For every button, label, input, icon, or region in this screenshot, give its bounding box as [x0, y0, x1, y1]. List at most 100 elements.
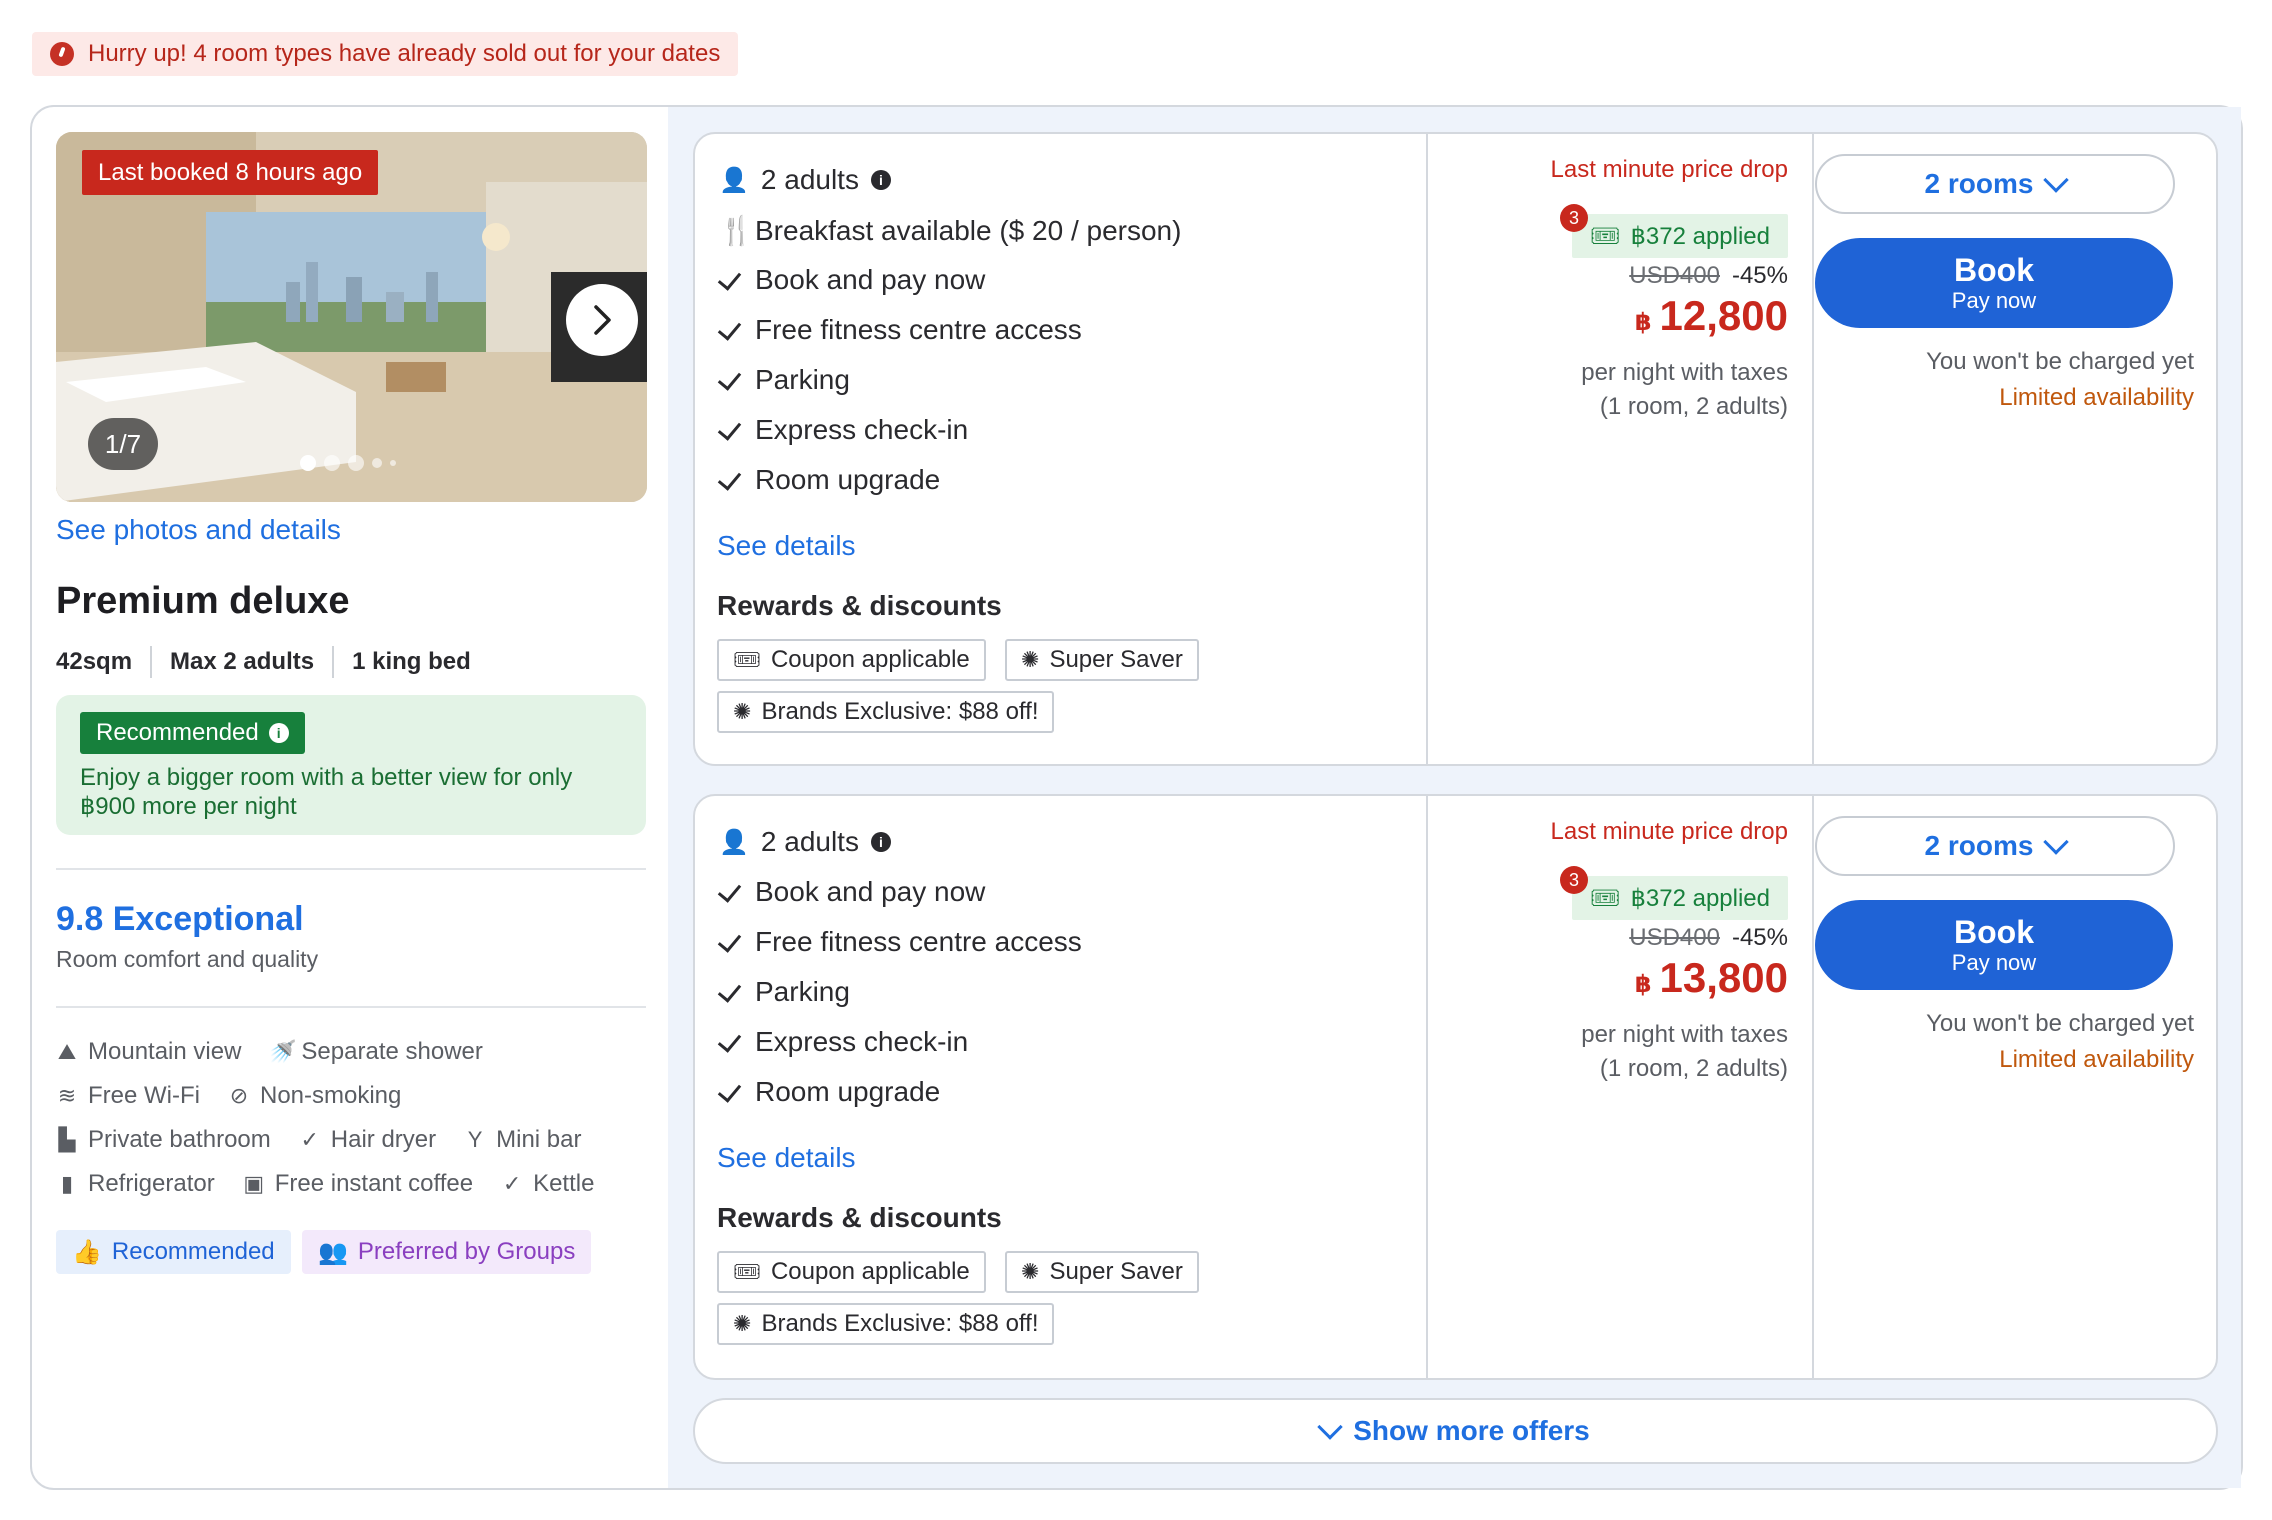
breakfast-feature: 🍴 Breakfast available ($ 20 / person) [719, 214, 1181, 247]
recommended-text: Enjoy a bigger room with a better view f… [80, 764, 573, 820]
occupancy: 👤 2 adults i [719, 164, 891, 196]
info-icon[interactable]: i [268, 723, 289, 743]
feature-label: Room upgrade [755, 464, 941, 495]
sold-out-alert-text: Hurry up! 4 room types have already sold… [88, 40, 721, 67]
check-icon [719, 1080, 743, 1104]
rewards-title: Rewards & discounts [717, 590, 1002, 621]
coupon-chip: 🎟 Coupon applicable [717, 639, 986, 681]
feature-item: Room upgrade [719, 464, 940, 496]
chip-label: Brands Exclusive: $88 off! [761, 1310, 1039, 1337]
amenity-non-smoking: ⊘ Non-smoking [228, 1082, 402, 1110]
amenity-label: Private bathroom [88, 1126, 271, 1153]
coupon-applied-badge: 🎟 ฿372 applied [1572, 876, 1788, 920]
pay-now-label: Pay now [1951, 950, 2037, 975]
amenities-row: ▙ Private bathroom ✓ Hair dryer Y Mini bar [56, 1126, 656, 1154]
availability-text: Limited availability [1999, 1046, 2194, 1073]
strikethrough-price: USD400 [1629, 924, 1720, 951]
last-booked-badge: Last booked 8 hours ago [82, 150, 379, 195]
book-label: Book [1954, 914, 2034, 950]
booking-note: You won't be charged yet Limited availabi… [1926, 344, 2194, 416]
chevron-down-icon [2043, 829, 2070, 855]
photo-dot[interactable] [372, 458, 382, 468]
price-drop-label: Last minute price drop [1550, 156, 1788, 183]
feature-label: Breakfast available ($ 20 / person) [755, 214, 1182, 246]
see-details-link[interactable]: See details [717, 530, 856, 562]
amenity-label: Kettle [533, 1170, 595, 1197]
amenity-label: Refrigerator [88, 1170, 215, 1197]
photo-dot[interactable] [324, 455, 340, 471]
next-photo-button[interactable] [566, 284, 638, 356]
rooms-select[interactable]: 2 rooms [1815, 816, 2175, 876]
info-icon[interactable]: i [870, 832, 891, 852]
chip-label: Coupon applicable [770, 646, 970, 673]
amenity-wifi: ≋ Free Wi-Fi [56, 1082, 200, 1110]
price-note: per night with taxes (1 room, 2 adults) [1581, 1018, 1788, 1086]
photo-dot[interactable] [300, 455, 316, 471]
occupancy-label: 2 adults [760, 826, 859, 857]
room-bed: 1 king bed [352, 648, 471, 675]
photo-dot[interactable] [348, 455, 364, 471]
amenities-row: ≋ Free Wi-Fi ⊘ Non-smoking [56, 1082, 656, 1110]
amenity-mountain-view: ⛰ Mountain view [56, 1038, 242, 1066]
cocktail-icon: Y [467, 1127, 483, 1152]
feature-item: Book and pay now [719, 876, 985, 908]
photo-pagination-dots[interactable] [300, 455, 396, 471]
per-room-text: (1 room, 2 adults) [1599, 393, 1788, 420]
offer-features: 👤 2 adults i 🍴 Breakfast available ($ 20… [695, 134, 1428, 764]
divider [332, 646, 335, 678]
check-icon [719, 1030, 743, 1054]
offer-card: 👤 2 adults i 🍴 Breakfast available ($ 20… [693, 132, 2218, 766]
feature-label: Express check-in [755, 414, 969, 445]
feature-item: Express check-in [719, 1026, 968, 1058]
see-details-link[interactable]: See details [717, 1142, 856, 1174]
chevron-right-icon [594, 305, 611, 335]
book-button[interactable]: Book Pay now [1815, 900, 2173, 990]
review-score[interactable]: 9.8 Exceptional [56, 900, 304, 939]
availability-text: Limited availability [1999, 384, 2194, 411]
info-icon[interactable]: i [870, 170, 891, 190]
amenity-label: Mountain view [88, 1038, 242, 1065]
final-price: ฿ 12,800 [1635, 292, 1788, 340]
room-size: 42sqm [56, 648, 133, 675]
applied-label: ฿372 applied [1630, 222, 1770, 250]
shower-icon: 🚿 [269, 1039, 297, 1064]
feature-item: Room upgrade [719, 1076, 940, 1108]
divider [56, 1006, 646, 1008]
room-occupancy: Max 2 adults [170, 648, 315, 675]
show-more-offers-button[interactable]: Show more offers [693, 1398, 2218, 1464]
feature-item: Free fitness centre access [719, 314, 1082, 346]
strikethrough-price: USD400 [1629, 262, 1720, 289]
chip-label: Brands Exclusive: $88 off! [761, 698, 1039, 725]
see-photos-link[interactable]: See photos and details [56, 514, 341, 546]
occupancy-label: 2 adults [760, 164, 859, 195]
amenity-private-bathroom: ▙ Private bathroom [56, 1126, 271, 1154]
check-icon [719, 930, 743, 954]
amenities-row: ▮ Refrigerator ▣ Free instant coffee ✓ Kett… [56, 1170, 656, 1198]
coupon-chip: 🎟 Coupon applicable [717, 1251, 986, 1293]
check-icon [719, 468, 743, 492]
feature-label: Free fitness centre access [755, 926, 1082, 957]
offer-pricing: Last minute price drop 🎟 ฿372 applied 3 U… [1428, 796, 1814, 1378]
feature-item: Express check-in [719, 414, 968, 446]
check-icon [719, 880, 743, 904]
applied-label: ฿372 applied [1630, 884, 1770, 912]
mountain-icon: ⛰ [57, 1039, 77, 1064]
rooms-select[interactable]: 2 rooms [1815, 154, 2175, 214]
ticket-icon: 🎟 [1590, 884, 1621, 912]
chip-label: Super Saver [1049, 1258, 1183, 1285]
review-score-subtitle: Room comfort and quality [56, 946, 319, 972]
chevron-down-icon [1317, 1414, 1343, 1440]
utensils-icon: 🍴 [719, 215, 754, 246]
amenity-label: Free instant coffee [274, 1170, 474, 1197]
super-saver-chip: ✺ Super Saver [1005, 639, 1199, 681]
amenity-label: Non-smoking [259, 1082, 402, 1109]
amenities-row: ⛰ Mountain view 🚿 Separate shower [56, 1038, 656, 1066]
original-price: USD400 -45% [1629, 924, 1788, 952]
book-button[interactable]: Book Pay now [1815, 238, 2173, 328]
tag-label: Recommended [111, 1238, 275, 1265]
amenity-hair-dryer: ✓ Hair dryer [299, 1126, 437, 1154]
brands-exclusive-chip: ✺ Brands Exclusive: $88 off! [717, 691, 1055, 733]
photo-dot[interactable] [390, 460, 396, 466]
feature-label: Free fitness centre access [755, 314, 1082, 345]
preferred-groups-tag: 👥 Preferred by Groups [302, 1230, 592, 1274]
